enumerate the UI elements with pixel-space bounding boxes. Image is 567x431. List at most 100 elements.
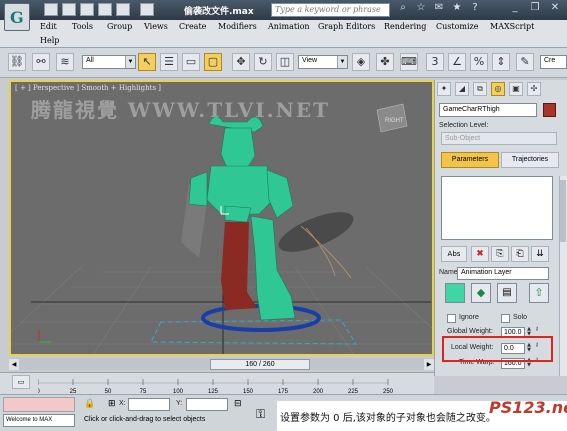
bake-layer-icon[interactable]: ▤	[497, 283, 517, 303]
caption-text: 设置参数为 0 后,该对象的子对象也会随之改变。	[280, 413, 496, 424]
select-object-icon[interactable]: ↖	[138, 53, 156, 71]
close-icon[interactable]: ✕	[548, 2, 562, 17]
perspective-viewport[interactable]: RIGHT [ + ] Perspective ] Smooth + Highl…	[9, 80, 434, 356]
create-tab-icon[interactable]: ✦	[437, 82, 451, 96]
menu-edit[interactable]: Edit	[40, 22, 57, 31]
percent-snap-icon[interactable]: %	[470, 53, 488, 71]
object-color-swatch[interactable]	[543, 103, 556, 117]
site-logo: PS123.net	[489, 398, 567, 417]
collapse-layer-icon[interactable]: ⇊	[531, 246, 549, 262]
global-weight-label: Global Weight:	[447, 328, 493, 335]
hierarchy-tab-icon[interactable]: ⧉	[473, 82, 487, 96]
object-name-field[interactable]: GameCharRThigh	[439, 103, 537, 117]
menu-views[interactable]: Views	[144, 22, 168, 31]
motion-tab-icon[interactable]: ◎	[491, 82, 505, 96]
key-icon[interactable]: ⚿	[256, 407, 272, 421]
time-forward-icon[interactable]: ▶	[424, 359, 434, 370]
app-logo[interactable]: G	[4, 3, 30, 31]
mini-curve-editor-icon[interactable]: ▭	[12, 375, 30, 389]
utilities-tab-icon[interactable]: ✣	[527, 82, 541, 96]
solo-checkbox[interactable]	[501, 314, 510, 323]
selection-filter-dropdown[interactable]: All ▼	[82, 55, 136, 69]
track-bar[interactable]: ▭ 0255075100125150175200225250	[0, 372, 434, 395]
bind-space-warp-icon[interactable]: ≋	[56, 53, 74, 71]
select-and-link-icon[interactable]: ⛓	[8, 53, 26, 71]
menu-graph-editors[interactable]: Graph Editors	[318, 22, 375, 31]
sub-object-dropdown[interactable]: Sub-Object	[441, 132, 557, 145]
reference-coord-dropdown[interactable]: View ▼	[298, 55, 348, 69]
absolute-mode-icon[interactable]: ⊞	[108, 399, 118, 411]
window-crossing-icon[interactable]: ▢	[204, 53, 222, 71]
display-tab-icon[interactable]: ▣	[509, 82, 523, 96]
tab-parameters[interactable]: Parameters	[441, 152, 499, 168]
menu-animation[interactable]: Animation	[268, 22, 310, 31]
tab-trajectories[interactable]: Trajectories	[501, 152, 559, 168]
chevron-down-icon: ▼	[125, 56, 135, 68]
named-selection-value: Cre	[544, 57, 556, 64]
chevron-down-icon: ▼	[337, 56, 347, 68]
menu-group[interactable]: Group	[107, 22, 132, 31]
restore-icon[interactable]: ❐	[528, 2, 542, 17]
add-layer-button[interactable]: Abs	[441, 246, 467, 262]
delete-layer-icon[interactable]: ✖	[471, 246, 489, 262]
menu-create[interactable]: Create	[179, 22, 206, 31]
rectangular-selection-icon[interactable]: ▭	[182, 53, 200, 71]
copy-layer-icon[interactable]: ⎘	[491, 246, 509, 262]
scale-icon[interactable]: ◫	[276, 53, 294, 71]
redo-icon[interactable]	[116, 3, 130, 16]
ignore-checkbox[interactable]	[447, 314, 456, 323]
search-input[interactable]: Type a keyword or phrase	[271, 3, 390, 17]
named-selection-icon[interactable]: ✎	[516, 53, 534, 71]
time-slider-thumb[interactable]: 160 / 260	[210, 359, 310, 370]
viewcube[interactable]: RIGHT	[376, 103, 408, 133]
layer-color-swatch[interactable]	[445, 283, 465, 303]
maxscript-listener-input[interactable]	[3, 397, 75, 412]
scrollbar-thumb[interactable]	[560, 180, 566, 242]
local-weight-highlight	[442, 336, 553, 362]
minimize-icon[interactable]: _	[508, 2, 522, 17]
select-by-name-icon[interactable]: ☰	[160, 53, 178, 71]
x-coordinate-field[interactable]	[128, 398, 170, 411]
spinner-snap-icon[interactable]: ⇕	[492, 53, 510, 71]
viewport-label[interactable]: [ + ] Perspective ] Smooth + Highlights …	[15, 84, 161, 92]
y-coordinate-field[interactable]	[186, 398, 228, 411]
layer-name-field[interactable]: Animation Layer	[457, 267, 549, 280]
menu-customize[interactable]: Customize	[436, 22, 479, 31]
unlink-icon[interactable]: ⚯	[32, 53, 50, 71]
open-file-icon[interactable]	[62, 3, 76, 16]
select-manipulate-icon[interactable]: ✤	[376, 53, 394, 71]
favorites-icon[interactable]: ★	[450, 2, 464, 17]
menu-modifiers[interactable]: Modifiers	[218, 22, 257, 31]
menu-maxscript[interactable]: MAXScript	[490, 22, 534, 31]
move-icon[interactable]: ✥	[232, 53, 250, 71]
menu-help[interactable]: Help	[40, 36, 59, 45]
named-selection-input[interactable]: Cre	[540, 55, 567, 69]
lock-selection-icon[interactable]: 🔒	[84, 399, 96, 411]
new-file-icon[interactable]	[44, 3, 58, 16]
enable-layer-icon[interactable]: ◆	[471, 283, 491, 303]
project-folder-icon[interactable]	[140, 3, 154, 16]
menu-tools[interactable]: Tools	[72, 22, 93, 31]
subscription-icon[interactable]: ☆	[414, 2, 428, 17]
viewport-scene: RIGHT	[11, 103, 432, 354]
rotate-icon[interactable]: ↻	[254, 53, 272, 71]
maxscript-listener-output[interactable]: Welcome to MAX	[3, 414, 75, 427]
move-layer-up-icon[interactable]: ⇧	[529, 283, 549, 303]
paste-layer-icon[interactable]: ⎗	[511, 246, 529, 262]
binoculars-icon[interactable]: ⌕	[396, 2, 410, 17]
grid-icon[interactable]: ⊟	[234, 399, 246, 411]
communication-center-icon[interactable]: ✉	[432, 2, 446, 17]
pivot-center-icon[interactable]: ◈	[352, 53, 370, 71]
snap-toggle-icon[interactable]: 3	[426, 53, 444, 71]
solo-label: Solo	[513, 314, 528, 321]
menu-rendering[interactable]: Rendering	[384, 22, 426, 31]
selection-level-label: Selection Level:	[439, 122, 489, 129]
help-icon[interactable]: ?	[468, 2, 482, 17]
modify-tab-icon[interactable]: ◢	[455, 82, 469, 96]
keyboard-shortcut-icon[interactable]: ⌨	[400, 53, 418, 71]
save-file-icon[interactable]	[80, 3, 94, 16]
angle-snap-icon[interactable]: ∠	[448, 53, 466, 71]
layer-list[interactable]	[441, 176, 553, 240]
time-back-icon[interactable]: ◀	[9, 359, 19, 370]
undo-icon[interactable]	[98, 3, 112, 16]
